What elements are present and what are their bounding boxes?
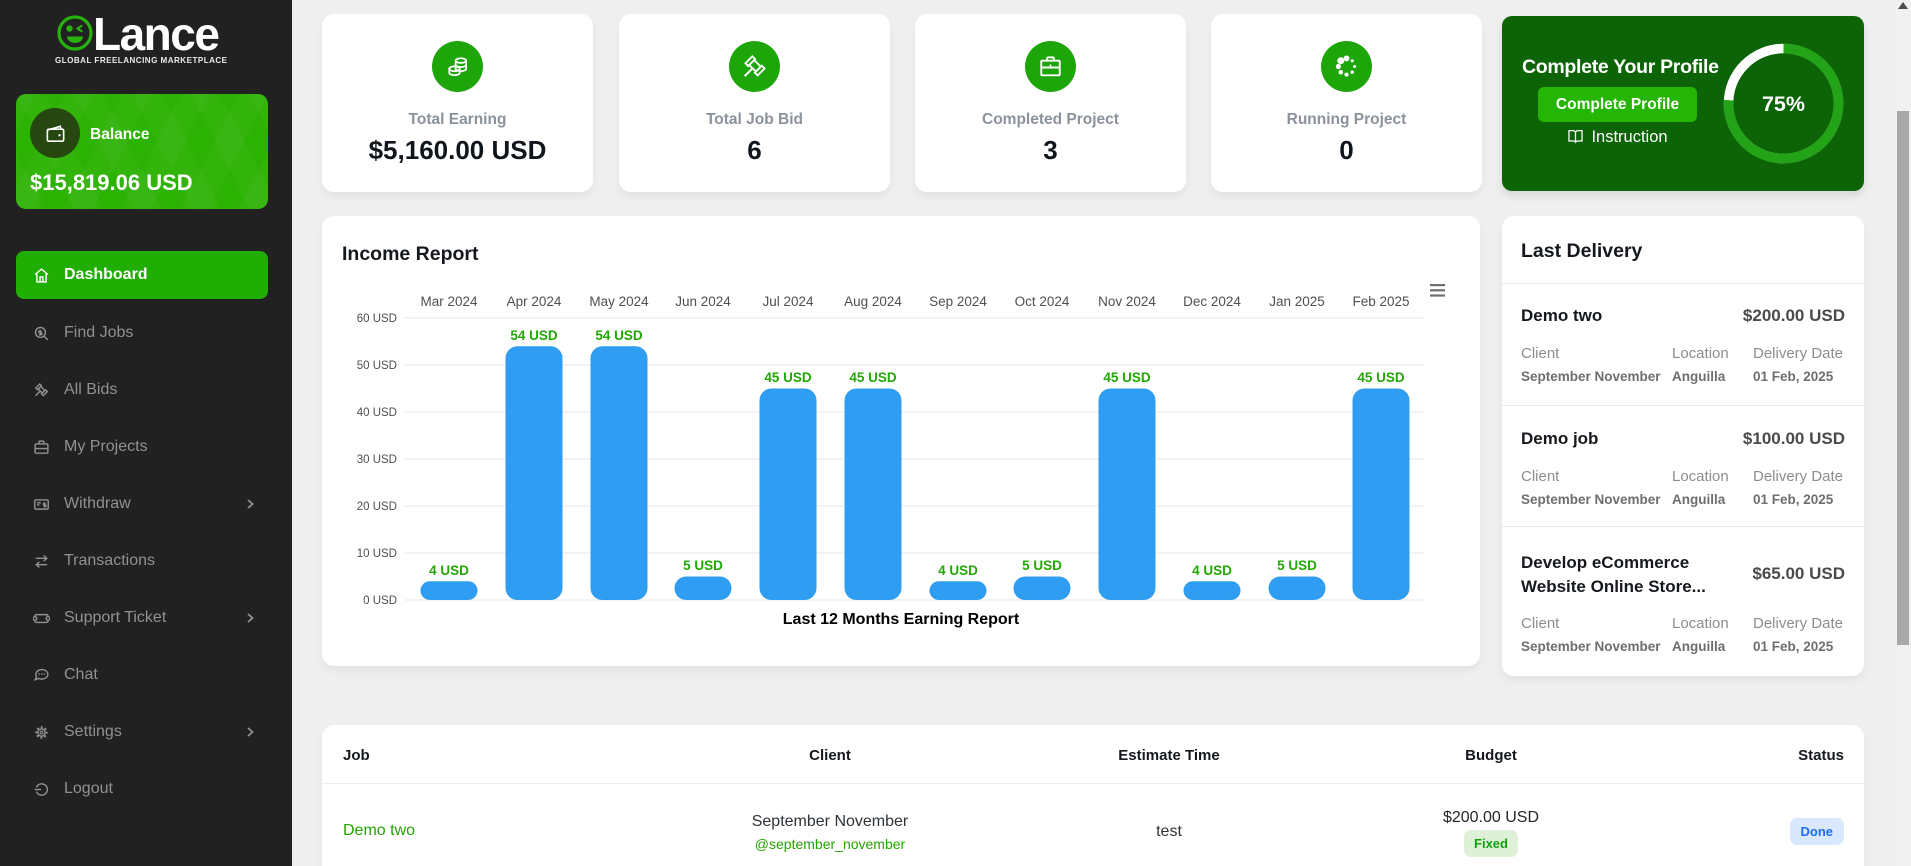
svg-text:5 USD: 5 USD xyxy=(1277,558,1317,573)
svg-text:0 USD: 0 USD xyxy=(363,595,397,607)
svg-text:20 USD: 20 USD xyxy=(357,501,397,513)
svg-text:Mar 2024: Mar 2024 xyxy=(420,294,478,309)
svg-text:GLOBAL FREELANCING MARKETPLACE: GLOBAL FREELANCING MARKETPLACE xyxy=(55,56,228,65)
svg-text:45 USD: 45 USD xyxy=(1103,370,1151,385)
svg-text:Aug 2024: Aug 2024 xyxy=(844,294,902,309)
svg-text:Sep 2024: Sep 2024 xyxy=(929,294,987,309)
svg-text:4 USD: 4 USD xyxy=(938,563,978,578)
svg-text:4 USD: 4 USD xyxy=(1192,563,1232,578)
svg-text:5 USD: 5 USD xyxy=(1022,558,1062,573)
svg-text:Jul 2024: Jul 2024 xyxy=(762,294,814,309)
svg-text:45 USD: 45 USD xyxy=(1357,370,1405,385)
svg-text:Feb 2025: Feb 2025 xyxy=(1352,294,1409,309)
svg-text:Dec 2024: Dec 2024 xyxy=(1183,294,1241,309)
svg-text:4 USD: 4 USD xyxy=(429,563,469,578)
svg-text:60 USD: 60 USD xyxy=(357,313,397,325)
svg-text:5 USD: 5 USD xyxy=(683,558,723,573)
svg-text:54 USD: 54 USD xyxy=(595,328,643,343)
svg-text:Apr 2024: Apr 2024 xyxy=(507,294,562,309)
svg-text:May 2024: May 2024 xyxy=(589,294,649,309)
svg-text:Last 12 Months Earning Report: Last 12 Months Earning Report xyxy=(783,611,1020,628)
svg-text:Oct 2024: Oct 2024 xyxy=(1015,294,1070,309)
svg-text:45 USD: 45 USD xyxy=(849,370,897,385)
svg-text:Jun 2024: Jun 2024 xyxy=(675,294,731,309)
svg-text:50 USD: 50 USD xyxy=(357,360,397,372)
svg-text:75%: 75% xyxy=(1762,92,1805,116)
svg-text:45 USD: 45 USD xyxy=(764,370,812,385)
svg-text:Jan 2025: Jan 2025 xyxy=(1269,294,1325,309)
svg-text:54 USD: 54 USD xyxy=(510,328,558,343)
svg-text:30 USD: 30 USD xyxy=(357,454,397,466)
svg-text:Nov 2024: Nov 2024 xyxy=(1098,294,1156,309)
svg-text:40 USD: 40 USD xyxy=(357,407,397,419)
svg-text:10 USD: 10 USD xyxy=(357,548,397,560)
svg-text:Lance: Lance xyxy=(93,13,219,60)
